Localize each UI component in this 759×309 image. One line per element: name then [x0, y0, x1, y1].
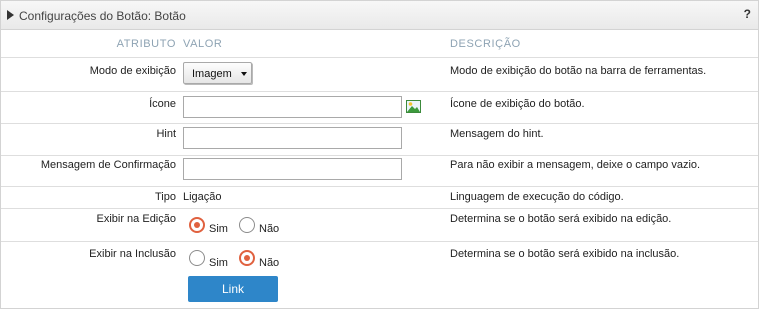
- display-mode-select[interactable]: Imagem: [183, 62, 252, 84]
- icon-input[interactable]: [183, 96, 402, 118]
- confirm-description: Para não exibir a mensagem, deixe o camp…: [450, 159, 701, 171]
- type-value: Ligação: [183, 191, 222, 203]
- chevron-down-icon: [241, 72, 247, 76]
- row-divider: [1, 241, 758, 242]
- row-divider: [1, 57, 758, 58]
- triangle-right-icon[interactable]: [7, 10, 14, 20]
- hint-input[interactable]: [183, 127, 402, 149]
- type-description: Linguagem de execução do código.: [450, 191, 624, 203]
- row-divider: [1, 155, 758, 156]
- row-divider: [1, 123, 758, 124]
- insert-label: Exibir na Inclusão: [89, 248, 176, 260]
- edit-description: Determina se o botão será exibido na edi…: [450, 213, 672, 225]
- mode-description: Modo de exibição do botão na barra de fe…: [450, 65, 707, 77]
- insert-yes-label[interactable]: Sim: [209, 257, 228, 269]
- mode-label: Modo de exibição: [89, 65, 176, 77]
- insert-description: Determina se o botão será exibido na inc…: [450, 248, 680, 260]
- edit-yes-radio[interactable]: [189, 217, 205, 233]
- button-settings-panel: Configurações do Botão: Botão ? ATRIBUTO…: [0, 0, 759, 309]
- display-mode-value: Imagem: [192, 68, 232, 80]
- panel-title: Configurações do Botão: Botão: [19, 9, 186, 23]
- icon-description: Ícone de exibição do botão.: [450, 98, 585, 110]
- insert-yes-radio[interactable]: [189, 250, 205, 266]
- hint-label: Hint: [156, 128, 176, 140]
- icon-label: Ícone: [149, 98, 176, 110]
- row-divider: [1, 91, 758, 92]
- column-header-value: VALOR: [183, 38, 223, 50]
- edit-no-label[interactable]: Não: [259, 223, 279, 235]
- confirm-message-input[interactable]: [183, 158, 402, 180]
- link-button[interactable]: Link: [188, 276, 278, 302]
- hint-description: Mensagem do hint.: [450, 128, 544, 140]
- column-header-description: DESCRIÇÃO: [450, 38, 521, 50]
- row-divider: [1, 186, 758, 187]
- edit-no-radio[interactable]: [239, 217, 255, 233]
- insert-no-label[interactable]: Não: [259, 257, 279, 269]
- edit-label: Exibir na Edição: [96, 213, 177, 225]
- column-header-attribute: ATRIBUTO: [116, 38, 176, 50]
- type-label: Tipo: [155, 191, 176, 203]
- image-icon[interactable]: [406, 100, 421, 113]
- edit-yes-label[interactable]: Sim: [209, 223, 228, 235]
- help-icon[interactable]: ?: [744, 7, 751, 21]
- insert-no-radio[interactable]: [239, 250, 255, 266]
- panel-header[interactable]: Configurações do Botão: Botão ?: [1, 1, 758, 30]
- row-divider: [1, 208, 758, 209]
- confirm-label: Mensagem de Confirmação: [40, 159, 176, 171]
